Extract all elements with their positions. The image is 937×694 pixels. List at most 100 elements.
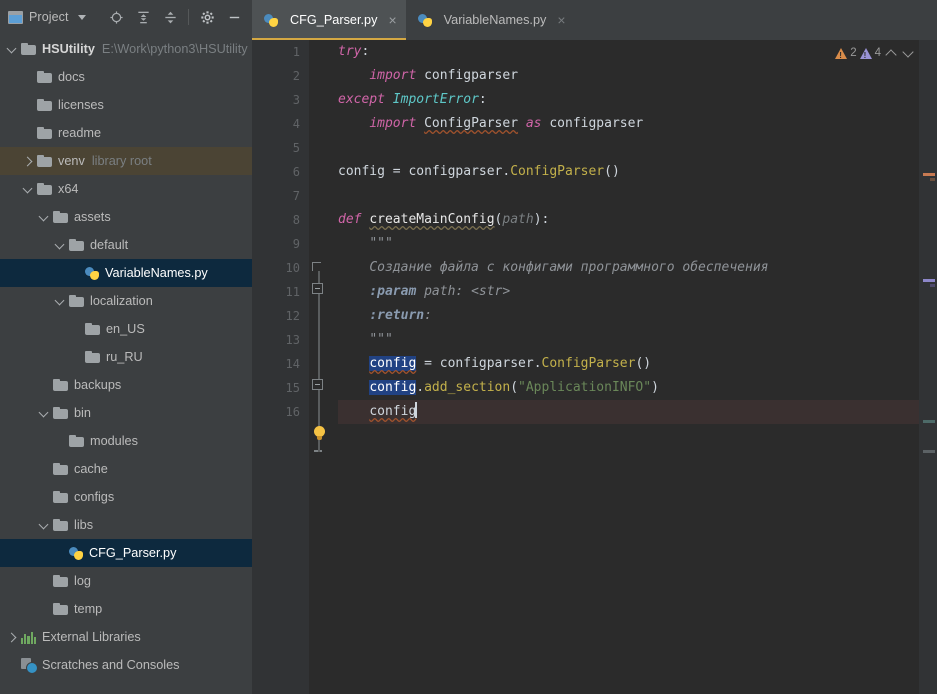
- line-number: 9: [292, 237, 300, 251]
- folder-icon: [37, 127, 52, 139]
- weak-warning-triangle-icon: !: [859, 47, 872, 60]
- error-stripe-marker[interactable]: [930, 284, 935, 287]
- tree-item-hsutility[interactable]: HSUtility E:\Work\python3\HSUtility: [0, 35, 252, 63]
- chevron-down-icon[interactable]: [77, 14, 86, 20]
- tree-item-scratches-and-consoles[interactable]: Scratches and Consoles: [0, 651, 252, 679]
- line-number-gutter[interactable]: 1 2 3 4 5 6 7 8 9 10 11 12 13 14 15 16: [252, 40, 309, 694]
- code-line-1[interactable]: try:: [338, 40, 919, 64]
- error-stripe-marker[interactable]: [930, 178, 935, 181]
- tree-item-modules[interactable]: modules: [0, 427, 252, 455]
- tree-item-external-libraries[interactable]: External Libraries: [0, 623, 252, 651]
- tree-item-log[interactable]: log: [0, 567, 252, 595]
- code-line-2[interactable]: import configparser: [338, 64, 919, 88]
- code-line-15[interactable]: config.add_section("ApplicationINFO"): [338, 376, 919, 400]
- folder-icon: [69, 295, 84, 307]
- tree-item-default[interactable]: default: [0, 231, 252, 259]
- inspection-widget[interactable]: ! 2 ! 4: [835, 46, 915, 60]
- tree-item-temp[interactable]: temp: [0, 595, 252, 623]
- error-stripe-marker[interactable]: [923, 279, 935, 282]
- tree-item-readme[interactable]: readme: [0, 119, 252, 147]
- chevron-down-icon[interactable]: [54, 239, 67, 252]
- tree-item-cache[interactable]: cache: [0, 455, 252, 483]
- error-stripe-marker[interactable]: [923, 450, 935, 453]
- minimize-icon[interactable]: [222, 5, 246, 29]
- intention-bulb-icon[interactable]: [313, 426, 326, 442]
- code-line-12[interactable]: :return:: [338, 304, 919, 328]
- chevron-up-icon[interactable]: [884, 46, 898, 60]
- project-title-group[interactable]: Project: [8, 10, 86, 24]
- code-lines[interactable]: try: import configparser except ImportErr…: [329, 40, 919, 694]
- code-token: add_section: [424, 380, 511, 395]
- code-line-16[interactable]: config: [338, 400, 919, 424]
- tree-item-label: Scratches and Consoles: [42, 658, 180, 672]
- chevron-down-icon[interactable]: [22, 183, 35, 196]
- code-editor[interactable]: 1 2 3 4 5 6 7 8 9 10 11 12 13 14 15 16 try: import conf…: [252, 40, 919, 694]
- collapse-all-icon[interactable]: [158, 5, 182, 29]
- chevron-down-icon[interactable]: [901, 46, 915, 60]
- code-token: config: [369, 404, 417, 419]
- tree-item-label: modules: [90, 434, 138, 448]
- chevron-down-icon[interactable]: [6, 43, 19, 56]
- code-token: =: [416, 356, 440, 371]
- tree-item-configs[interactable]: configs: [0, 483, 252, 511]
- editor-tab-variablenames-py[interactable]: VariableNames.py ×: [406, 0, 575, 40]
- error-stripe-marker[interactable]: [923, 173, 935, 176]
- chevron-down-icon[interactable]: [38, 519, 51, 532]
- code-token: try: [338, 44, 362, 59]
- code-line-5[interactable]: [338, 136, 919, 160]
- tree-item-label: libs: [74, 518, 94, 532]
- error-stripe-marker[interactable]: [923, 420, 935, 423]
- toolbar-divider: [188, 9, 189, 25]
- close-icon[interactable]: ×: [388, 13, 396, 27]
- code-line-9[interactable]: """: [338, 232, 919, 256]
- fold-gutter[interactable]: [309, 40, 329, 694]
- tree-item-localization[interactable]: localization: [0, 287, 252, 315]
- code-line-4[interactable]: import ConfigParser as configparser: [338, 112, 919, 136]
- gear-icon[interactable]: [195, 5, 219, 29]
- tree-item-assets[interactable]: assets: [0, 203, 252, 231]
- code-line-8[interactable]: def createMainConfig(path):: [338, 208, 919, 232]
- editor-tab-cfg-parser-py[interactable]: CFG_Parser.py ×: [252, 0, 406, 40]
- tree-item-cfg-parser-py[interactable]: CFG_Parser.py: [0, 539, 252, 567]
- project-tree[interactable]: HSUtility E:\Work\python3\HSUtility docs li…: [0, 34, 252, 694]
- code-line-10[interactable]: Создание файла с конфигами программного …: [338, 256, 919, 280]
- fold-box-docstring-start[interactable]: [312, 283, 323, 294]
- error-stripe-marker-bar[interactable]: [919, 40, 937, 694]
- chevron-down-icon[interactable]: [54, 295, 67, 308]
- tree-item-venv[interactable]: venv library root: [0, 147, 252, 175]
- locate-icon[interactable]: [104, 5, 128, 29]
- code-line-6[interactable]: config = configparser.ConfigParser(): [338, 160, 919, 184]
- tree-item-backups[interactable]: backups: [0, 371, 252, 399]
- tree-item-en-us[interactable]: en_US: [0, 315, 252, 343]
- chevron-down-icon[interactable]: [38, 407, 51, 420]
- close-icon[interactable]: ×: [557, 13, 565, 27]
- code-line-11[interactable]: :param path: <str>: [338, 280, 919, 304]
- tree-item-label: log: [74, 574, 91, 588]
- code-line-7[interactable]: [338, 184, 919, 208]
- tree-item-ru-ru[interactable]: ru_RU: [0, 343, 252, 371]
- chevron-right-icon[interactable]: [6, 631, 19, 644]
- tree-item-licenses[interactable]: licenses: [0, 91, 252, 119]
- python-file-icon: [69, 546, 84, 561]
- tree-item-x64[interactable]: x64: [0, 175, 252, 203]
- warning-triangle-icon: !: [835, 47, 848, 60]
- tree-item-label: docs: [58, 70, 85, 84]
- chevron-right-icon[interactable]: [22, 155, 35, 168]
- warning-count: 2: [850, 47, 857, 59]
- folder-icon: [37, 71, 52, 83]
- line-number: 4: [292, 117, 300, 131]
- fold-box-docstring-end[interactable]: [312, 379, 323, 390]
- tree-item-libs[interactable]: libs: [0, 511, 252, 539]
- line-number: 13: [285, 333, 300, 347]
- chevron-down-icon[interactable]: [38, 211, 51, 224]
- code-token: configparser: [541, 116, 644, 131]
- expand-all-icon[interactable]: [131, 5, 155, 29]
- tree-item-docs[interactable]: docs: [0, 63, 252, 91]
- code-line-14[interactable]: config = configparser.ConfigParser(): [338, 352, 919, 376]
- fold-marker-def[interactable]: [312, 262, 321, 271]
- code-line-3[interactable]: except ImportError:: [338, 88, 919, 112]
- tree-item-bin[interactable]: bin: [0, 399, 252, 427]
- tree-item-variablenames-py[interactable]: VariableNames.py: [0, 259, 252, 287]
- code-line-13[interactable]: """: [338, 328, 919, 352]
